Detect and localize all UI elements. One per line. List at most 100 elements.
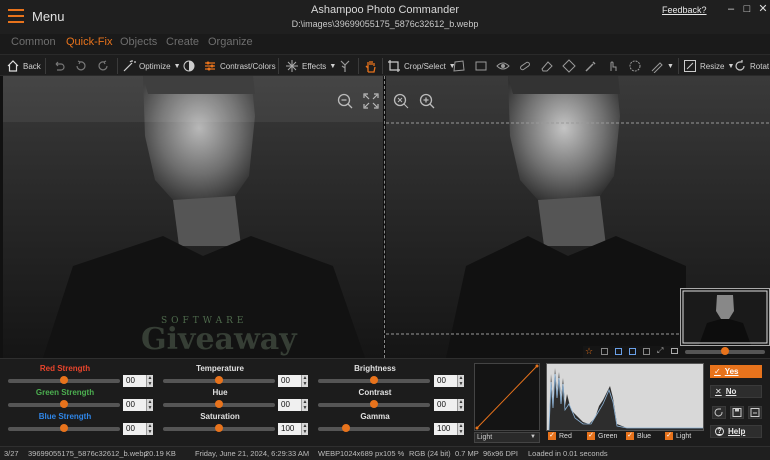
- mode-tabs: Common Quick-Fix Objects Create Organize: [0, 36, 770, 54]
- crop-icon: [388, 60, 400, 72]
- zoom-in-icon[interactable]: [418, 92, 436, 110]
- pipette-tool[interactable]: [584, 58, 598, 74]
- resize-button[interactable]: Resize ▼: [683, 58, 734, 74]
- navigator-toolbar: ☆ ⤢: [583, 346, 770, 358]
- pan-tool-button[interactable]: [364, 58, 378, 74]
- monitor-icon[interactable]: [671, 348, 678, 354]
- perspective-tool[interactable]: [452, 58, 466, 74]
- contrast-slider[interactable]: [318, 400, 430, 408]
- hue-stepper[interactable]: ▲ ▼: [301, 399, 308, 411]
- crop-select-button[interactable]: Crop/Select ▼: [387, 58, 456, 74]
- histogram-green-checkbox[interactable]: ✓ Green: [587, 432, 617, 440]
- green-strength-stepper[interactable]: ▲ ▼: [146, 399, 153, 411]
- redo-button[interactable]: [96, 58, 110, 74]
- minimize-icon[interactable]: –: [724, 3, 738, 15]
- close-icon[interactable]: ✕: [756, 3, 770, 15]
- back-button[interactable]: Back: [6, 58, 41, 74]
- brightness-slider[interactable]: [318, 376, 430, 384]
- chevron-down-icon: ▼: [173, 62, 181, 70]
- zoom-out-icon[interactable]: [336, 92, 354, 110]
- checkbox-checked[interactable]: ✓: [587, 432, 595, 440]
- navigator-thumbnail[interactable]: [680, 288, 770, 346]
- histogram-green-label: Green: [598, 432, 618, 440]
- green-strength-slider[interactable]: [8, 400, 120, 408]
- retouch-tool[interactable]: [518, 58, 532, 74]
- plant-icon: [340, 60, 350, 72]
- brush-effects-button[interactable]: [338, 58, 352, 74]
- save-as-button[interactable]: [748, 406, 762, 419]
- undo-all-button[interactable]: [74, 58, 88, 74]
- eraser-tool[interactable]: [540, 58, 554, 74]
- tab-create[interactable]: Create: [166, 36, 199, 48]
- navigator-zoom-slider[interactable]: [685, 347, 765, 355]
- help-label: Help: [728, 427, 746, 436]
- saturation-stepper[interactable]: ▲ ▼: [301, 423, 308, 435]
- crop-select-label: Crop/Select: [404, 61, 446, 71]
- contrast-stepper[interactable]: ▲ ▼: [457, 399, 464, 411]
- gamma-slider[interactable]: [318, 424, 430, 432]
- chevron-down-icon: ▼: [667, 62, 674, 70]
- checkbox-checked[interactable]: ✓: [626, 432, 634, 440]
- help-button[interactable]: ? Help: [710, 425, 762, 438]
- tone-curve-editor[interactable]: [474, 363, 540, 431]
- zoom-actual-icon[interactable]: [392, 92, 410, 110]
- histogram-light-checkbox[interactable]: ✓ Light: [665, 432, 691, 440]
- view-icon[interactable]: [615, 348, 622, 355]
- temperature-slider[interactable]: [163, 376, 275, 384]
- status-dimensions: 1024x689 px: [340, 449, 383, 458]
- histogram: [546, 363, 704, 431]
- contrast-toggle-button[interactable]: [182, 58, 196, 74]
- gamma-stepper[interactable]: ▲ ▼: [457, 423, 464, 435]
- histogram-blue-checkbox[interactable]: ✓ Blue: [626, 432, 651, 440]
- compare-icon[interactable]: [629, 348, 636, 355]
- touch-tool[interactable]: [606, 58, 620, 74]
- pen-tool[interactable]: ▼: [650, 58, 674, 74]
- checkbox-checked[interactable]: ✓: [548, 432, 556, 440]
- brightness-label: Brightness: [354, 364, 396, 373]
- tab-objects[interactable]: Objects: [120, 36, 157, 48]
- blue-strength-slider[interactable]: [8, 424, 120, 432]
- frame-tool[interactable]: [474, 58, 488, 74]
- blur-tool[interactable]: [628, 58, 642, 74]
- maximize-icon[interactable]: □: [740, 3, 754, 15]
- rotate-left-icon: [76, 60, 86, 71]
- fill-tool[interactable]: [562, 58, 576, 74]
- tab-quick-fix[interactable]: Quick-Fix: [66, 36, 112, 48]
- star-icon[interactable]: ☆: [585, 346, 593, 357]
- red-strength-stepper[interactable]: ▲ ▼: [146, 375, 153, 387]
- yes-button[interactable]: ✓ Yes: [710, 365, 762, 378]
- slider-thumb[interactable]: [721, 347, 729, 355]
- histogram-red-checkbox[interactable]: ✓ Red: [548, 432, 572, 440]
- pipette-icon: [585, 61, 596, 72]
- original-image-pane[interactable]: SOFTWARE Giveaway: [3, 76, 383, 358]
- blue-strength-stepper[interactable]: ▲ ▼: [146, 423, 153, 435]
- red-eye-tool[interactable]: [496, 58, 510, 74]
- contrast-colors-button[interactable]: Contrast/Colors: [203, 58, 276, 74]
- split-icon[interactable]: [643, 348, 650, 355]
- gamma-label: Gamma: [360, 412, 390, 421]
- hue-label: Hue: [212, 388, 228, 397]
- perspective-icon: [453, 60, 465, 72]
- curve-channel-select[interactable]: Light ▼: [474, 432, 540, 443]
- saturation-slider[interactable]: [163, 424, 275, 432]
- tab-common[interactable]: Common: [11, 36, 56, 48]
- reset-button[interactable]: [712, 406, 726, 419]
- effects-button[interactable]: Effects ▼: [285, 58, 336, 74]
- grid-icon[interactable]: [601, 348, 608, 355]
- app-title: Ashampoo Photo Commander: [311, 4, 459, 16]
- save-preset-button[interactable]: [730, 406, 744, 419]
- feedback-link[interactable]: Feedback?: [662, 5, 707, 15]
- fit-screen-icon[interactable]: [362, 92, 380, 110]
- expand-icon[interactable]: ⤢: [657, 346, 663, 356]
- brightness-stepper[interactable]: ▲ ▼: [457, 375, 464, 387]
- rotate-button[interactable]: Rotat: [733, 58, 769, 74]
- tab-organize[interactable]: Organize: [208, 36, 253, 48]
- checkbox-checked[interactable]: ✓: [665, 432, 673, 440]
- undo-button[interactable]: [52, 58, 66, 74]
- split-divider[interactable]: [384, 76, 385, 358]
- hue-slider[interactable]: [163, 400, 275, 408]
- temperature-stepper[interactable]: ▲ ▼: [301, 375, 308, 387]
- no-button[interactable]: ✕ No: [710, 385, 762, 398]
- optimize-button[interactable]: Optimize ▼: [122, 58, 181, 74]
- red-strength-slider[interactable]: [8, 376, 120, 384]
